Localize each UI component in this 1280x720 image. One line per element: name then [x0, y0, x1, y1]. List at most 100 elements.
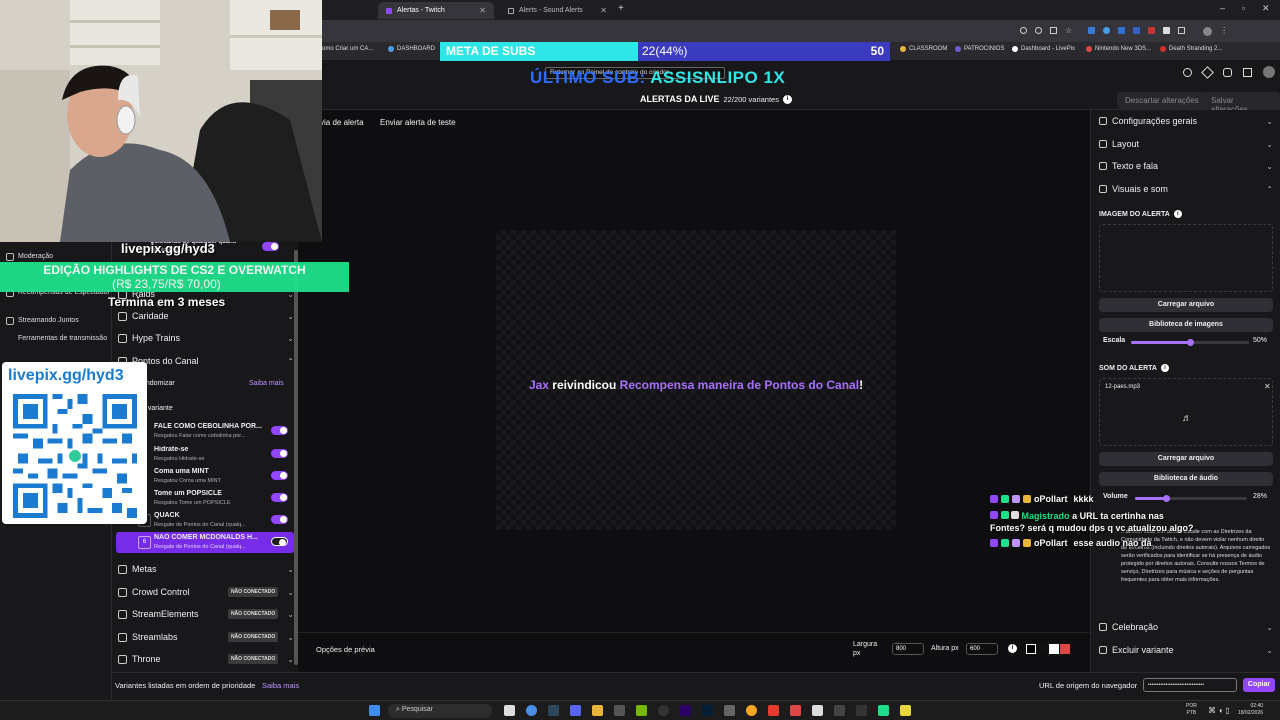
scale-slider-handle[interactable] — [1187, 339, 1194, 346]
tab-alertas-twitch[interactable]: Alertas - Twitch ✕ — [378, 2, 494, 19]
app-icon[interactable] — [834, 705, 845, 716]
learn-more-link[interactable]: Saiba mais — [249, 380, 284, 387]
section-streamlabs[interactable]: Streamlabs NÃO CONECTADO ⌄ — [118, 632, 294, 642]
section-crowd-control[interactable]: Crowd Control NÃO CONECTADO ⌄ — [118, 587, 294, 597]
bg-red-swatch[interactable] — [1060, 644, 1070, 654]
width-input[interactable]: 800 — [892, 643, 924, 655]
new-tab-button[interactable]: + — [618, 3, 624, 14]
photoshop-icon[interactable] — [702, 705, 713, 716]
list-item-selected[interactable]: 6 NÃO COMER MCDONALDS H... Resgate de Pont… — [116, 532, 294, 553]
sidebar-item-stream-together[interactable]: Streamando Juntos — [6, 316, 110, 325]
minimize-icon[interactable]: – — [1220, 3, 1225, 13]
premiere-icon[interactable] — [680, 705, 691, 716]
info-icon[interactable]: i — [1008, 644, 1017, 653]
section-general-settings[interactable]: Configurações gerais ⌄ — [1099, 116, 1273, 126]
star-icon[interactable]: ☆ — [1065, 27, 1072, 36]
bg-dark-swatch[interactable] — [1039, 644, 1049, 654]
section-charity[interactable]: Caridade ⌄ — [118, 311, 294, 321]
close-tab-icon[interactable]: ✕ — [600, 6, 607, 15]
info-icon[interactable]: i — [1160, 364, 1169, 372]
section-throne[interactable]: Throne NÃO CONECTADO ⌄ — [118, 654, 294, 664]
upload-image-button[interactable]: Carregar arquivo — [1099, 298, 1273, 312]
section-celebration[interactable]: Celebração ⌄ — [1099, 622, 1273, 632]
delete-variant-button[interactable]: Excluir variante ⌄ — [1099, 645, 1273, 655]
volume-slider-handle[interactable] — [1163, 495, 1171, 502]
bookmark-item[interactable]: Death Stranding 2... — [1160, 46, 1222, 52]
extension-d-icon[interactable] — [1133, 27, 1141, 34]
user-avatar[interactable] — [1263, 66, 1275, 78]
scrollbar[interactable] — [294, 250, 298, 665]
section-layout[interactable]: Layout ⌄ — [1099, 139, 1273, 149]
copy-button[interactable]: Copiar — [1243, 678, 1275, 692]
extension-a-icon[interactable] — [1088, 27, 1096, 34]
whispers-icon[interactable] — [1243, 68, 1252, 77]
maximize-icon[interactable]: ▫ — [1242, 3, 1245, 13]
volume-slider[interactable] — [1135, 495, 1247, 502]
preview-options-label[interactable]: Opções de prévia — [316, 645, 375, 654]
info-icon[interactable]: i — [782, 94, 792, 104]
app-icon[interactable] — [856, 705, 867, 716]
menu-dots-icon[interactable]: ⋮ — [1220, 27, 1228, 36]
toggle-switch[interactable] — [271, 515, 288, 524]
audio-library-button[interactable]: Biblioteca de áudio — [1099, 472, 1273, 486]
acrobat-icon[interactable] — [768, 705, 779, 716]
bookmark-item[interactable]: omo Criar um CA... — [322, 46, 373, 52]
bg-white-swatch[interactable] — [1049, 644, 1059, 654]
help-icon[interactable] — [1183, 68, 1192, 77]
extension-c-icon[interactable] — [1118, 27, 1126, 34]
app-icon[interactable] — [900, 705, 911, 716]
profile-avatar-icon[interactable] — [1203, 27, 1213, 36]
upload-sound-button[interactable]: Carregar arquivo — [1099, 452, 1273, 466]
app-icon[interactable] — [790, 705, 801, 716]
extension-b-icon[interactable] — [1103, 27, 1111, 34]
start-icon[interactable] — [369, 705, 380, 716]
sidebar-item-broadcast-tools[interactable]: Ferramentas de transmissão — [6, 334, 110, 343]
sidebar-item-moderation[interactable]: Moderação — [6, 252, 110, 261]
scale-slider[interactable] — [1131, 339, 1249, 346]
height-input[interactable]: 600 — [966, 643, 998, 655]
tab-sound-alerts[interactable]: Alerts - Sound Alerts ✕ — [500, 2, 615, 19]
chrome-icon[interactable] — [526, 705, 537, 716]
image-library-button[interactable]: Biblioteca de imagens — [1099, 318, 1273, 332]
bg-black-swatch[interactable] — [1026, 644, 1036, 654]
toggle-switch[interactable] — [271, 471, 288, 480]
section-text-speech[interactable]: Texto e fala ⌄ — [1099, 161, 1273, 171]
info-icon[interactable]: i — [1173, 210, 1182, 218]
discord-icon[interactable] — [570, 705, 581, 716]
extension-f-icon[interactable] — [1163, 27, 1171, 34]
notifications-icon[interactable] — [1223, 68, 1232, 77]
nvidia-icon[interactable] — [636, 705, 647, 716]
key-icon[interactable] — [1020, 27, 1027, 34]
section-streamelements[interactable]: StreamElements NÃO CONECTADO ⌄ — [118, 609, 294, 619]
folder-icon[interactable] — [592, 705, 603, 716]
bookmark-item[interactable]: CLASSROOM — [900, 46, 947, 52]
app-icon[interactable] — [812, 705, 823, 716]
source-url-field[interactable]: •••••••••••••••••••••••••••••••• — [1143, 678, 1237, 692]
send-test-alert-button[interactable]: Enviar alerta de teste — [380, 118, 456, 127]
section-goals[interactable]: Metas ⌄ — [118, 564, 294, 574]
share-icon[interactable] — [1050, 27, 1057, 34]
search-input[interactable]: ⌕ Pesquisar — [388, 704, 492, 718]
image-drop-zone[interactable] — [1099, 224, 1273, 292]
app-icon[interactable] — [878, 705, 889, 716]
section-hype-trains[interactable]: Hype Trains ⌄ — [118, 333, 294, 343]
bookmark-item[interactable]: PATROCINIOS — [955, 46, 1004, 52]
preview-alert-button[interactable]: via de alerta — [320, 118, 364, 127]
app-icon[interactable] — [614, 705, 625, 716]
bookmark-item[interactable]: DASHBOARD — [388, 46, 435, 52]
magic-icon[interactable] — [1201, 66, 1214, 79]
app-icon[interactable] — [746, 705, 757, 716]
toggle-switch[interactable] — [271, 426, 288, 435]
toggle-switch[interactable] — [271, 493, 288, 502]
bookmark-item[interactable]: Dashboard - LivePix — [1012, 46, 1075, 52]
toggle-switch[interactable] — [262, 242, 279, 251]
close-window-icon[interactable]: ✕ — [1262, 3, 1270, 14]
section-visuals-sound[interactable]: Visuais e som ⌃ — [1099, 184, 1273, 194]
obs-icon[interactable] — [658, 705, 669, 716]
learn-more-link[interactable]: Saiba mais — [262, 681, 299, 690]
language-indicator[interactable]: POR PTB — [1186, 703, 1197, 717]
remove-file-icon[interactable]: ✕ — [1264, 382, 1271, 391]
bookmark-item[interactable]: Nintendo New 3DS... — [1086, 46, 1151, 52]
eye-off-icon[interactable] — [1035, 27, 1042, 34]
puzzle-icon[interactable] — [1178, 27, 1186, 34]
